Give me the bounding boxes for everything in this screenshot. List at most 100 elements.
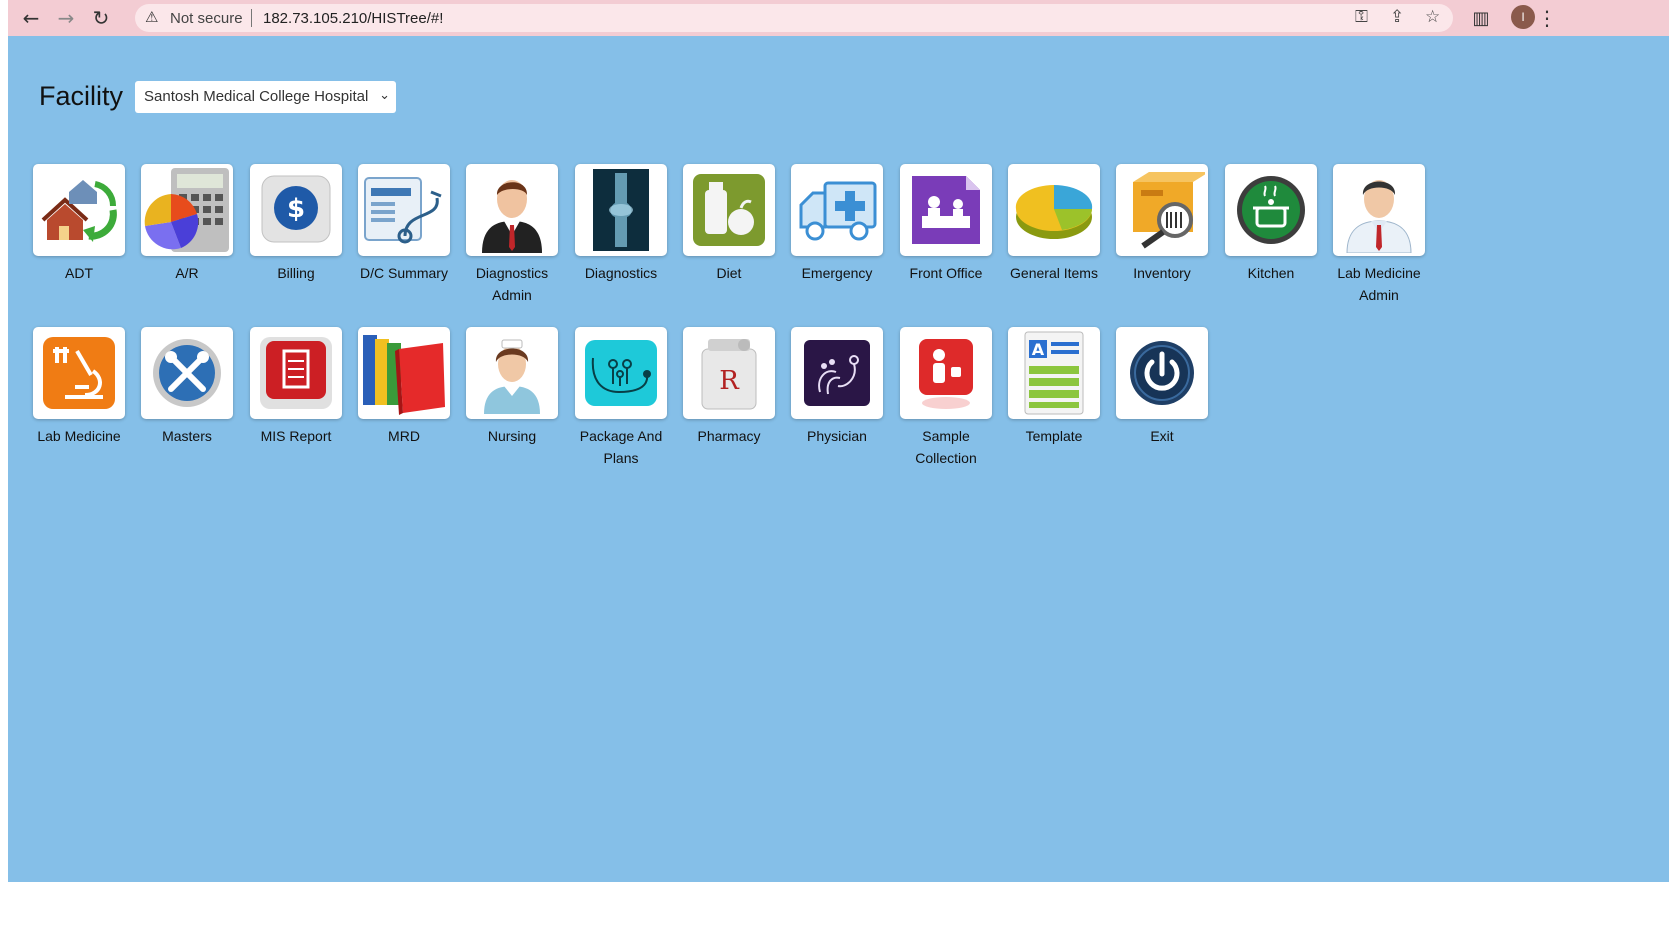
omnibox-divider: [251, 9, 252, 27]
menu-icon[interactable]: ⋮: [1533, 4, 1561, 32]
report-icon: [256, 333, 336, 413]
module-exit[interactable]: Exit: [1108, 327, 1216, 447]
module-package-and-plans[interactable]: Package And Plans: [567, 327, 675, 469]
forward-icon[interactable]: →: [52, 4, 80, 32]
house-arrows-icon: [39, 170, 119, 250]
module-emergency[interactable]: Emergency: [783, 164, 891, 284]
module-billing[interactable]: $ Billing: [242, 164, 350, 284]
svg-text:R: R: [719, 366, 740, 396]
diet-icon: [691, 172, 767, 248]
physician-stethoscope-icon: [802, 338, 872, 408]
module-label: MIS Report: [260, 428, 332, 444]
module-sample-collection[interactable]: Sample Collection: [892, 327, 1000, 469]
module-label: MRD: [388, 428, 420, 444]
sample-collection-icon: [915, 335, 977, 411]
family-stethoscope-icon: [583, 338, 659, 408]
key-icon[interactable]: ⚿: [1355, 7, 1368, 27]
side-panel-icon[interactable]: ▥: [1467, 4, 1495, 32]
ambulance-icon: [795, 175, 879, 245]
module-general-items[interactable]: General Items: [1000, 164, 1108, 284]
reload-icon[interactable]: ↻: [87, 4, 115, 32]
facility-select[interactable]: Santosh Medical College Hospital ⌄: [135, 81, 396, 113]
folders-icon: [359, 329, 449, 417]
facility-label: Facility: [39, 81, 124, 111]
module-label: Pharmacy: [697, 428, 761, 444]
back-icon[interactable]: ←: [17, 4, 45, 32]
module-label: Exit: [1150, 428, 1174, 444]
nurse-icon: [474, 332, 550, 414]
svg-text:A: A: [1032, 340, 1045, 359]
module-mrd[interactable]: MRD: [350, 327, 458, 447]
pie-chart-icon: [1012, 175, 1096, 245]
facility-selected-value: Santosh Medical College Hospital: [144, 88, 369, 105]
tools-icon: [149, 335, 225, 411]
module-label: Lab Medicine: [37, 428, 121, 444]
browser-toolbar: ← → ↻ ⚠ Not secure 182.73.105.210/HISTre…: [8, 0, 1669, 36]
doctor-icon: [1339, 167, 1419, 253]
chevron-down-icon: ⌄: [379, 88, 390, 103]
doctor-suit-icon: [472, 167, 552, 253]
module-label: Physician: [807, 428, 867, 444]
module-label: Front Office: [909, 265, 983, 281]
module-nursing[interactable]: Nursing: [458, 327, 566, 447]
box-magnifier-icon: [1119, 170, 1205, 250]
power-icon: [1127, 338, 1197, 408]
module-dc-summary[interactable]: D/C Summary: [350, 164, 458, 284]
module-label: Diet: [716, 265, 742, 281]
module-diagnostics-admin[interactable]: Diagnostics Admin: [458, 164, 566, 306]
share-icon[interactable]: ⇪: [1390, 7, 1404, 27]
xray-icon: [593, 169, 649, 251]
module-label: Package And: [579, 428, 663, 444]
dollar-icon: $: [256, 170, 336, 250]
template-icon: A: [1021, 330, 1087, 416]
address-bar[interactable]: ⚠ Not secure 182.73.105.210/HISTree/#! ⚿…: [135, 4, 1453, 32]
module-label: Emergency: [801, 265, 873, 281]
module-label-line2: Admin: [1359, 287, 1399, 303]
module-front-office[interactable]: Front Office: [892, 164, 1000, 284]
module-mis-report[interactable]: MIS Report: [242, 327, 350, 447]
module-label: General Items: [1010, 265, 1098, 281]
module-physician[interactable]: Physician: [783, 327, 891, 447]
security-status[interactable]: Not secure: [170, 10, 243, 27]
module-diet[interactable]: Diet: [675, 164, 783, 284]
bottom-blank-area: [0, 882, 1669, 939]
module-label: Diagnostics: [584, 265, 658, 281]
module-ar[interactable]: A/R: [133, 164, 241, 284]
svg-text:$: $: [287, 194, 305, 224]
url-text[interactable]: 182.73.105.210/HISTree/#!: [263, 10, 443, 27]
module-lab-medicine-admin[interactable]: Lab Medicine Admin: [1325, 164, 1433, 306]
module-label: Template: [1025, 428, 1083, 444]
module-pharmacy[interactable]: R Pharmacy: [675, 327, 783, 447]
module-template[interactable]: A Template: [1000, 327, 1108, 447]
module-label: Kitchen: [1247, 265, 1295, 281]
profile-avatar[interactable]: I: [1511, 5, 1535, 29]
module-label: Nursing: [487, 428, 537, 444]
module-label: Lab Medicine: [1337, 265, 1421, 281]
module-label-line2: Collection: [915, 450, 977, 466]
star-icon[interactable]: ☆: [1425, 7, 1440, 27]
warning-icon[interactable]: ⚠: [145, 8, 158, 26]
module-label: Billing: [277, 265, 315, 281]
module-label: Inventory: [1133, 265, 1191, 281]
module-label: ADT: [65, 265, 93, 281]
module-label: A/R: [175, 265, 199, 281]
front-desk-icon: [908, 172, 984, 248]
module-label: Diagnostics: [475, 265, 549, 281]
rx-bottle-icon: R: [694, 335, 764, 411]
module-label: D/C Summary: [360, 265, 448, 281]
module-adt[interactable]: ADT: [25, 164, 133, 284]
microscope-icon: [41, 335, 117, 411]
module-label-line2: Plans: [603, 450, 639, 466]
stethoscope-report-icon: [361, 170, 447, 250]
module-label: Masters: [162, 428, 212, 444]
cooking-pot-icon: [1233, 172, 1309, 248]
module-label-line2: Admin: [492, 287, 532, 303]
module-kitchen[interactable]: Kitchen: [1217, 164, 1325, 284]
module-diagnostics[interactable]: Diagnostics: [567, 164, 675, 284]
module-masters[interactable]: Masters: [133, 327, 241, 447]
page-content: Facility Santosh Medical College Hospita…: [8, 36, 1669, 882]
module-inventory[interactable]: Inventory: [1108, 164, 1216, 284]
module-label: Sample: [922, 428, 970, 444]
calculator-chart-icon: [141, 164, 233, 256]
module-lab-medicine[interactable]: Lab Medicine: [25, 327, 133, 447]
